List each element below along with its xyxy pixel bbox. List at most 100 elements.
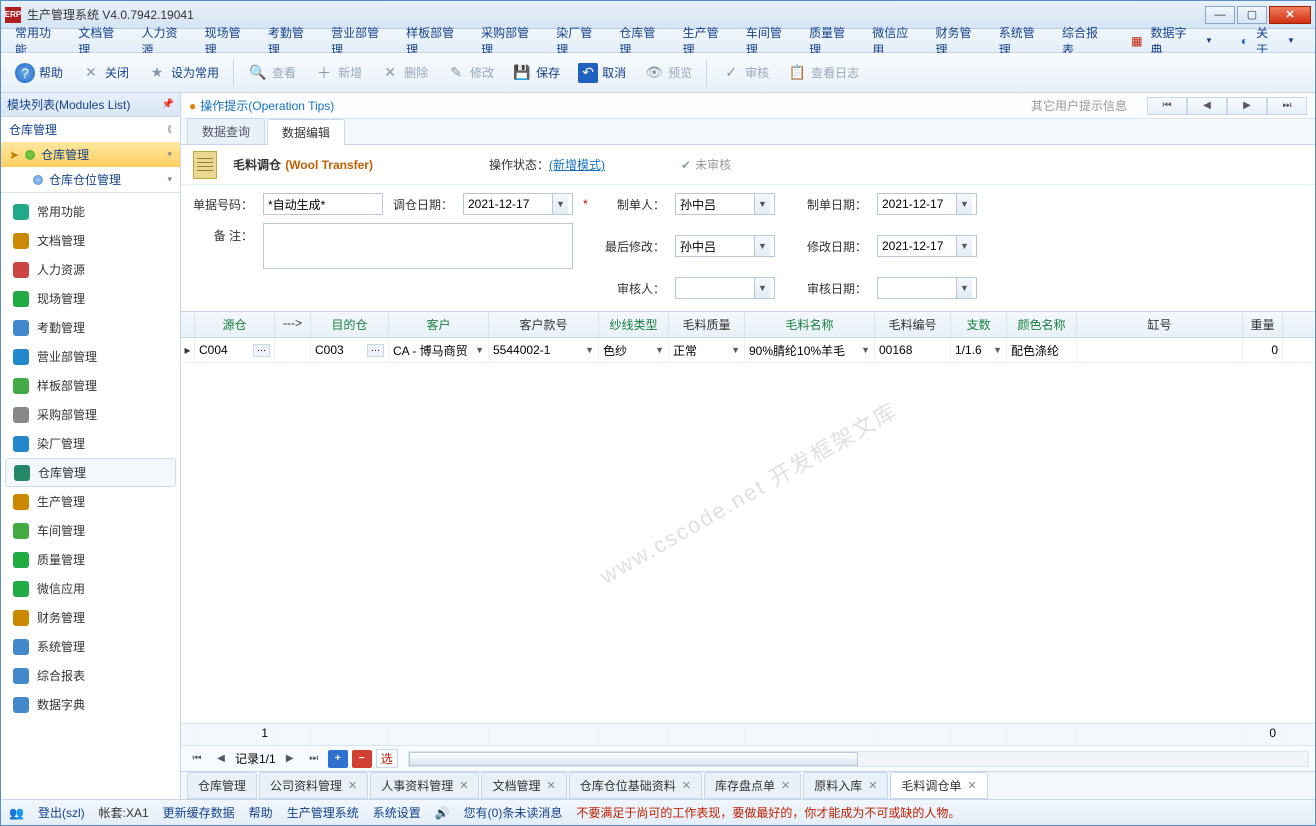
auditor-input[interactable]: ▼ <box>675 277 775 299</box>
module-数据字典[interactable]: 数据字典 <box>1 690 180 719</box>
cell-custno[interactable]: 5544002-1▼ <box>489 338 599 362</box>
grid-row[interactable]: ▸C004⋯C003⋯CA - 博马商贸▼5544002-1▼色纱▼正常▼90%… <box>181 338 1315 363</box>
cell-color[interactable]: 配色涤纶 <box>1007 338 1077 362</box>
select-button[interactable]: 选 <box>376 749 398 768</box>
help-link[interactable]: 帮助 <box>249 804 273 821</box>
doc-no-input[interactable] <box>263 193 383 215</box>
cell-vat[interactable] <box>1077 338 1243 362</box>
remark-input[interactable] <box>263 223 573 269</box>
sidebar-item-warehouse-mgmt[interactable]: ➤ 仓库管理 ▾ <box>1 142 180 167</box>
module-采购部管理[interactable]: 采购部管理 <box>1 400 180 429</box>
doctab-原料入库[interactable]: 原料入库✕ <box>803 772 888 799</box>
lookup-button[interactable]: ⋯ <box>253 344 270 357</box>
close-tab-icon[interactable]: ✕ <box>459 779 468 792</box>
close-tab-icon[interactable]: ✕ <box>967 779 976 792</box>
close-button[interactable]: ✕关闭 <box>73 59 137 87</box>
tab-data-edit[interactable]: 数据编辑 <box>267 119 345 145</box>
cell-name[interactable]: 90%腈纶10%羊毛▼ <box>745 338 875 362</box>
module-现场管理[interactable]: 现场管理 <box>1 284 180 313</box>
col-code[interactable]: 毛料编号 <box>875 312 951 337</box>
date-input[interactable]: 2021-12-17▼ <box>463 193 573 215</box>
module-综合报表[interactable]: 综合报表 <box>1 661 180 690</box>
cell-dst[interactable]: C003⋯ <box>311 338 389 362</box>
module-财务管理[interactable]: 财务管理 <box>1 603 180 632</box>
last-mod-input[interactable]: 孙中吕▼ <box>675 235 775 257</box>
nav-first-button[interactable]: ⏮ <box>1147 97 1187 115</box>
doctab-人事资料管理[interactable]: 人事资料管理✕ <box>370 772 479 799</box>
nav-prev-button[interactable]: ◀ <box>1187 97 1227 115</box>
nav-first-button[interactable]: ⏮ <box>187 750 207 768</box>
remove-row-button[interactable]: − <box>352 750 372 768</box>
cell-qual[interactable]: 正常▼ <box>669 338 745 362</box>
save-button[interactable]: 💾保存 <box>504 59 568 87</box>
close-tab-icon[interactable]: ✕ <box>682 779 691 792</box>
sidebar-item-bin-mgmt[interactable]: 仓库仓位管理 ▾ <box>1 167 180 192</box>
module-营业部管理[interactable]: 营业部管理 <box>1 342 180 371</box>
doctab-仓库仓位基础资料[interactable]: 仓库仓位基础资料✕ <box>569 772 702 799</box>
close-tab-icon[interactable]: ✕ <box>348 779 357 792</box>
cell-code[interactable]: 00168 <box>875 338 951 362</box>
col-dst[interactable]: 目的仓 <box>311 312 389 337</box>
module-人力资源[interactable]: 人力资源 <box>1 255 180 284</box>
doctab-毛料调仓单[interactable]: 毛料调仓单✕ <box>890 772 987 799</box>
module-质量管理[interactable]: 质量管理 <box>1 545 180 574</box>
cancel-button[interactable]: ↶取消 <box>570 59 634 87</box>
collapse-icon[interactable]: ⟪ <box>167 124 172 135</box>
new-mode-link[interactable]: (新增模式) <box>549 158 605 172</box>
nav-next-button[interactable]: ▶ <box>280 750 300 768</box>
module-考勤管理[interactable]: 考勤管理 <box>1 313 180 342</box>
col-custno[interactable]: 客户款号 <box>489 312 599 337</box>
cell-yarn[interactable]: 色纱▼ <box>599 338 669 362</box>
nav-last-button[interactable]: ⏭ <box>1267 97 1307 115</box>
module-样板部管理[interactable]: 样板部管理 <box>1 371 180 400</box>
module-仓库管理[interactable]: 仓库管理 <box>5 458 176 487</box>
sidebar-group-warehouse[interactable]: 仓库管理 ⟪ <box>1 117 180 142</box>
col-vat[interactable]: 缸号 <box>1077 312 1243 337</box>
cell-spec[interactable]: 1/1.6▼ <box>951 338 1007 362</box>
nav-prev-button[interactable]: ◀ <box>211 750 231 768</box>
system-link[interactable]: 生产管理系统 <box>287 804 359 821</box>
doctab-公司资料管理[interactable]: 公司资料管理✕ <box>259 772 368 799</box>
module-车间管理[interactable]: 车间管理 <box>1 516 180 545</box>
add-row-button[interactable]: + <box>328 750 348 768</box>
cell-cust[interactable]: CA - 博马商贸▼ <box>389 338 489 362</box>
close-tab-icon[interactable]: ✕ <box>868 779 877 792</box>
cell-src[interactable]: C004⋯ <box>195 338 275 362</box>
module-生产管理[interactable]: 生产管理 <box>1 487 180 516</box>
col-src[interactable]: 源仓 <box>195 312 275 337</box>
help-button[interactable]: ?帮助 <box>7 59 71 87</box>
unread-msg-link[interactable]: 您有(0)条未读消息 <box>464 804 563 821</box>
doctab-库存盘点单[interactable]: 库存盘点单✕ <box>704 772 801 799</box>
col-name[interactable]: 毛料名称 <box>745 312 875 337</box>
module-染厂管理[interactable]: 染厂管理 <box>1 429 180 458</box>
fav-button[interactable]: ★设为常用 <box>139 59 227 87</box>
logout-link[interactable]: 登出(szl) <box>38 804 85 821</box>
pin-icon[interactable]: 📌 <box>162 99 174 110</box>
settings-link[interactable]: 系统设置 <box>373 804 421 821</box>
close-tab-icon[interactable]: ✕ <box>547 779 556 792</box>
col-qual[interactable]: 毛料质量 <box>669 312 745 337</box>
module-系统管理[interactable]: 系统管理 <box>1 632 180 661</box>
doctab-文档管理[interactable]: 文档管理✕ <box>481 772 566 799</box>
col-color[interactable]: 颜色名称 <box>1007 312 1077 337</box>
horizontal-scrollbar[interactable] <box>408 751 1309 767</box>
module-文档管理[interactable]: 文档管理 <box>1 226 180 255</box>
cell-wt[interactable]: 0 <box>1243 338 1283 362</box>
cell-arrow[interactable] <box>275 338 311 362</box>
col-spec[interactable]: 支数 <box>951 312 1007 337</box>
close-tab-icon[interactable]: ✕ <box>781 779 790 792</box>
nav-next-button[interactable]: ▶ <box>1227 97 1267 115</box>
module-常用功能[interactable]: 常用功能 <box>1 197 180 226</box>
col-yarn[interactable]: 纱线类型 <box>599 312 669 337</box>
module-微信应用[interactable]: 微信应用 <box>1 574 180 603</box>
nav-last-button[interactable]: ⏭ <box>304 750 324 768</box>
refresh-cache-link[interactable]: 更新缓存数据 <box>163 804 235 821</box>
tab-data-query[interactable]: 数据查询 <box>187 118 265 144</box>
make-date-input[interactable]: 2021-12-17▼ <box>877 193 977 215</box>
maker-input[interactable]: 孙中吕▼ <box>675 193 775 215</box>
audit-date-input[interactable]: ▼ <box>877 277 977 299</box>
col-cust[interactable]: 客户 <box>389 312 489 337</box>
col-arrow[interactable]: ---> <box>275 312 311 337</box>
mod-date-input[interactable]: 2021-12-17▼ <box>877 235 977 257</box>
doctab-仓库管理[interactable]: 仓库管理 <box>187 772 257 799</box>
